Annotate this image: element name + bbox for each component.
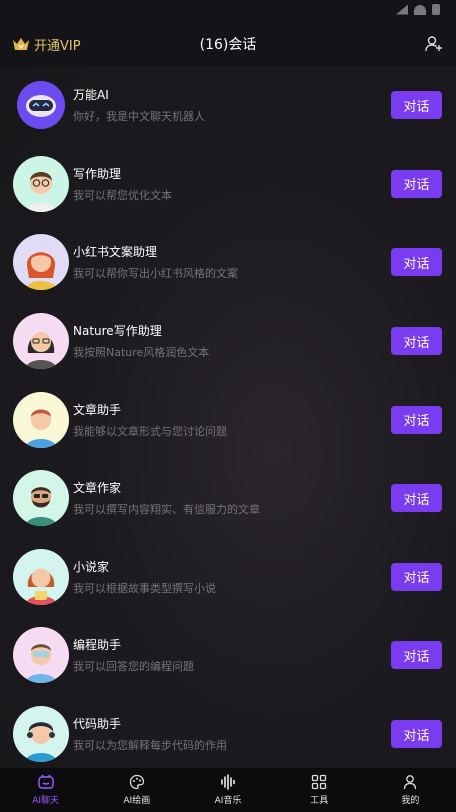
vip-button[interactable]: 开通VIP xyxy=(12,35,81,54)
grid-icon xyxy=(312,774,327,790)
tab-tools[interactable]: 工具 xyxy=(274,768,365,812)
programmer-avatar-icon xyxy=(25,644,57,684)
novelist-avatar-icon xyxy=(25,568,57,605)
item-desc: 我能够以文章形式与您讨论问题 xyxy=(73,424,227,438)
tab-label: AI绘画 xyxy=(123,796,151,806)
avatar xyxy=(13,706,69,763)
item-text: 小红书文案助理 我可以帮你写出小红书风格的文案 xyxy=(73,243,391,281)
item-text: 文章助手 我能够以文章形式与您讨论问题 xyxy=(73,401,391,439)
avatar xyxy=(13,313,69,370)
palette-icon xyxy=(129,774,144,790)
item-text: 代码助手 我可以为您解释每步代码的作用 xyxy=(73,715,391,753)
tab-mine[interactable]: 我的 xyxy=(365,768,456,812)
item-desc: 我可以撰写内容翔实、有信服力的文章 xyxy=(73,503,260,517)
add-user-icon[interactable] xyxy=(424,34,444,54)
item-desc: 你好，我是中文聊天机器人 xyxy=(73,110,205,124)
avatar xyxy=(17,81,65,130)
avatar xyxy=(13,470,69,527)
chat-button[interactable]: 对话 xyxy=(391,327,442,356)
tab-label: AI聊天 xyxy=(32,796,59,806)
writer-avatar-icon xyxy=(25,171,57,212)
item-desc: 我可以为您解释每步代码的作用 xyxy=(73,739,227,753)
list-item[interactable]: 编程助手 我可以回答您的编程问题 对话 xyxy=(0,616,456,695)
list-item[interactable]: Nature写作助理 我按照Nature风格润色文本 对话 xyxy=(0,302,456,381)
chat-bot-icon xyxy=(37,774,54,789)
item-name: 代码助手 xyxy=(73,717,122,732)
item-text: 小说家 我可以根据故事类型撰写小说 xyxy=(73,558,391,596)
chat-button[interactable]: 对话 xyxy=(391,484,442,513)
item-desc: 我按照Nature风格润色文本 xyxy=(73,346,210,360)
tab-bar: AI聊天 AI绘画 AI音乐 工具 我的 xyxy=(0,768,456,812)
chat-button[interactable]: 对话 xyxy=(391,91,442,120)
tab-ai-drawing[interactable]: AI绘画 xyxy=(91,768,182,812)
item-desc: 我可以回答您的编程问题 xyxy=(73,660,194,674)
item-name: 文章助手 xyxy=(73,402,122,417)
list-item[interactable]: 小说家 我可以根据故事类型撰写小说 对话 xyxy=(0,538,456,617)
chat-button[interactable]: 对话 xyxy=(391,720,442,749)
crown-icon xyxy=(13,38,29,50)
tab-ai-chat[interactable]: AI聊天 xyxy=(0,768,91,812)
item-desc: 我可以帮您优化文本 xyxy=(73,188,172,202)
sound-wave-icon xyxy=(221,774,235,790)
copywriter-avatar-icon xyxy=(25,252,57,291)
chat-button[interactable]: 对话 xyxy=(391,641,442,670)
signal-icon xyxy=(396,4,408,15)
article-assistant-avatar-icon xyxy=(25,409,57,448)
list-item[interactable]: 写作助理 我可以帮您优化文本 对话 xyxy=(0,145,456,224)
item-name: Nature写作助理 xyxy=(73,324,162,339)
robot-icon xyxy=(17,81,65,130)
tab-ai-music[interactable]: AI音乐 xyxy=(182,768,273,812)
item-text: Nature写作助理 我按照Nature风格润色文本 xyxy=(73,322,391,360)
user-icon xyxy=(404,775,417,790)
item-text: 文章作家 我可以撰写内容翔实、有信服力的文章 xyxy=(73,479,391,517)
conversation-list: 万能AI 你好，我是中文聊天机器人 对话 写作助理 我可以帮您优化文本 对话 小… xyxy=(0,66,456,768)
avatar xyxy=(13,155,69,212)
item-name: 文章作家 xyxy=(73,481,122,496)
battery-icon xyxy=(432,4,440,15)
tab-label: AI音乐 xyxy=(214,796,242,806)
chat-button[interactable]: 对话 xyxy=(391,405,442,434)
avatar xyxy=(13,391,69,448)
item-desc: 我可以根据故事类型撰写小说 xyxy=(73,581,216,595)
list-item[interactable]: 文章作家 我可以撰写内容翔实、有信服力的文章 对话 xyxy=(0,459,456,538)
tab-label: 我的 xyxy=(401,796,420,806)
status-bar xyxy=(0,0,456,22)
avatar xyxy=(13,548,69,605)
nature-writer-avatar-icon xyxy=(25,332,57,370)
item-name: 编程助手 xyxy=(73,638,122,653)
item-desc: 我可以帮你写出小红书风格的文案 xyxy=(73,267,238,281)
header: 开通VIP (16)会话 xyxy=(0,22,456,66)
chat-button[interactable]: 对话 xyxy=(391,562,442,591)
article-writer-avatar-icon xyxy=(25,487,57,527)
list-item[interactable]: 小红书文案助理 我可以帮你写出小红书风格的文案 对话 xyxy=(0,223,456,302)
item-text: 写作助理 我可以帮您优化文本 xyxy=(73,165,391,203)
chat-button[interactable]: 对话 xyxy=(391,248,442,277)
status-icons xyxy=(396,4,440,15)
code-assistant-avatar-icon xyxy=(25,722,57,763)
list-item[interactable]: 万能AI 你好，我是中文聊天机器人 对话 xyxy=(0,66,456,145)
list-item[interactable]: 代码助手 我可以为您解释每步代码的作用 对话 xyxy=(0,695,456,768)
avatar xyxy=(13,627,69,684)
item-name: 万能AI xyxy=(73,88,109,103)
item-name: 写作助理 xyxy=(73,166,122,181)
item-name: 小红书文案助理 xyxy=(73,245,158,260)
item-text: 编程助手 我可以回答您的编程问题 xyxy=(73,636,391,674)
item-name: 小说家 xyxy=(73,559,110,574)
item-text: 万能AI 你好，我是中文聊天机器人 xyxy=(73,86,391,124)
chat-button[interactable]: 对话 xyxy=(391,169,442,198)
vip-label: 开通VIP xyxy=(34,38,81,54)
avatar xyxy=(13,234,69,291)
tab-label: 工具 xyxy=(310,796,329,806)
wifi-icon xyxy=(414,4,426,15)
list-item[interactable]: 文章助手 我能够以文章形式与您讨论问题 对话 xyxy=(0,380,456,459)
